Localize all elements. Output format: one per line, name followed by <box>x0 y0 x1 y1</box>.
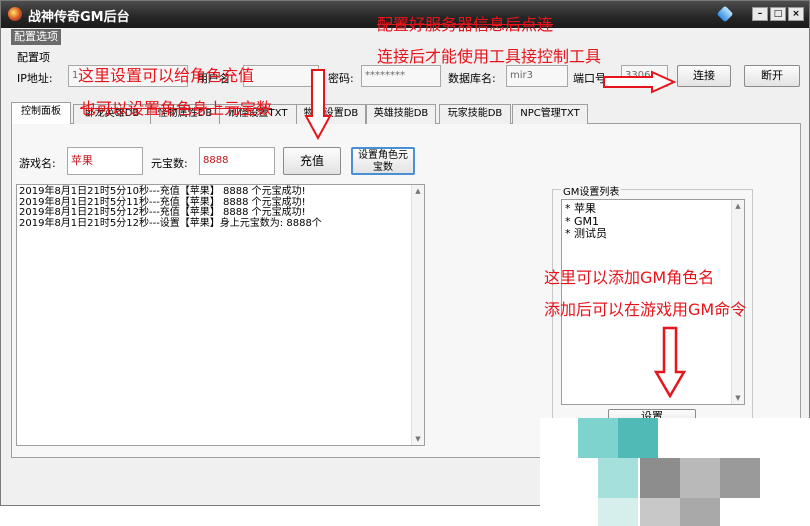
annotation-right-2: 添加后可以在游戏用GM命令 <box>544 300 747 319</box>
connect-button[interactable]: 连接 <box>677 65 731 87</box>
ip-label: IP地址: <box>17 72 53 85</box>
watermark-block <box>598 498 638 526</box>
scroll-down-icon[interactable]: ▼ <box>412 435 424 443</box>
log-line: 2019年8月1日21时5分12秒---充值【苹果】 8888 个元宝成功! <box>19 207 306 218</box>
scroll-up-icon[interactable]: ▲ <box>732 202 744 210</box>
watermark-block <box>618 418 658 458</box>
watermark-block <box>640 458 680 498</box>
tab-hero-skill-db[interactable]: 英雄技能DB <box>366 104 436 124</box>
gm-list-item[interactable]: * 测试员 <box>562 227 744 241</box>
log-scrollbar[interactable]: ▲ ▼ <box>411 185 424 445</box>
player-name-input[interactable]: 苹果 <box>67 147 143 175</box>
log-line: 2019年8月1日21时5分10秒---充值【苹果】 8888 个元宝成功! <box>19 186 306 197</box>
maximize-button[interactable]: □ <box>770 7 786 21</box>
app-logo-icon <box>8 7 22 21</box>
arrow-down-icon <box>654 326 686 398</box>
tab-control-panel[interactable]: 控制面板 <box>11 102 71 124</box>
config-group-label: 配置项 <box>17 51 50 64</box>
close-button[interactable]: × <box>788 7 804 21</box>
arrow-down-icon <box>304 69 332 140</box>
annotation-top-1: 配置好服务器信息后点连 <box>377 15 554 34</box>
log-line: 2019年8月1日21时5分12秒---设置【苹果】身上元宝数为: 8888个 <box>19 217 322 229</box>
database-field[interactable]: mir3 <box>506 65 568 87</box>
password-field[interactable]: ******** <box>361 65 441 87</box>
gm-settings-title: GM设置列表 <box>561 183 622 198</box>
annotation-right-1: 这里可以添加GM角色名 <box>544 268 715 287</box>
recharge-button[interactable]: 充值 <box>283 147 341 175</box>
watermark-block <box>680 458 720 498</box>
log-box[interactable]: 2019年8月1日21时5分10秒---充值【苹果】 8888 个元宝成功! 2… <box>16 184 425 446</box>
tab-npc-manage-txt[interactable]: NPC管理TXT <box>512 104 588 124</box>
set-yuanbao-button[interactable]: 设置角色元宝数 <box>351 147 415 175</box>
tab-player-skill-db[interactable]: 玩家技能DB <box>439 104 511 124</box>
annotation-left-1: 这里设置可以给角色充值 <box>78 66 255 85</box>
scroll-down-icon[interactable]: ▼ <box>732 394 744 402</box>
annotation-left-2: 也可以设置角色身上元宝数 <box>80 99 273 118</box>
yuanbao-input[interactable]: 8888 <box>199 147 275 175</box>
player-name-label: 游戏名: <box>19 157 56 170</box>
minimize-button[interactable]: – <box>752 7 768 21</box>
database-label: 数据库名: <box>448 72 496 85</box>
window-title: 战神传奇GM后台 <box>28 10 130 25</box>
menu-config-options[interactable]: 配置选项 <box>11 29 61 45</box>
watermark-block <box>640 498 680 526</box>
annotation-top-2: 连接后才能使用工具接控制工具 <box>377 47 602 66</box>
yuanbao-label: 元宝数: <box>151 157 188 170</box>
watermark-block <box>578 418 618 458</box>
scroll-up-icon[interactable]: ▲ <box>412 187 424 195</box>
watermark-block <box>680 498 720 526</box>
gem-icon[interactable] <box>716 5 734 23</box>
gm-list-item[interactable]: * 苹果 <box>562 202 744 216</box>
arrow-right-icon <box>603 70 677 94</box>
watermark-block <box>598 458 638 498</box>
watermark-block <box>720 458 760 498</box>
disconnect-button[interactable]: 断开 <box>744 65 800 87</box>
